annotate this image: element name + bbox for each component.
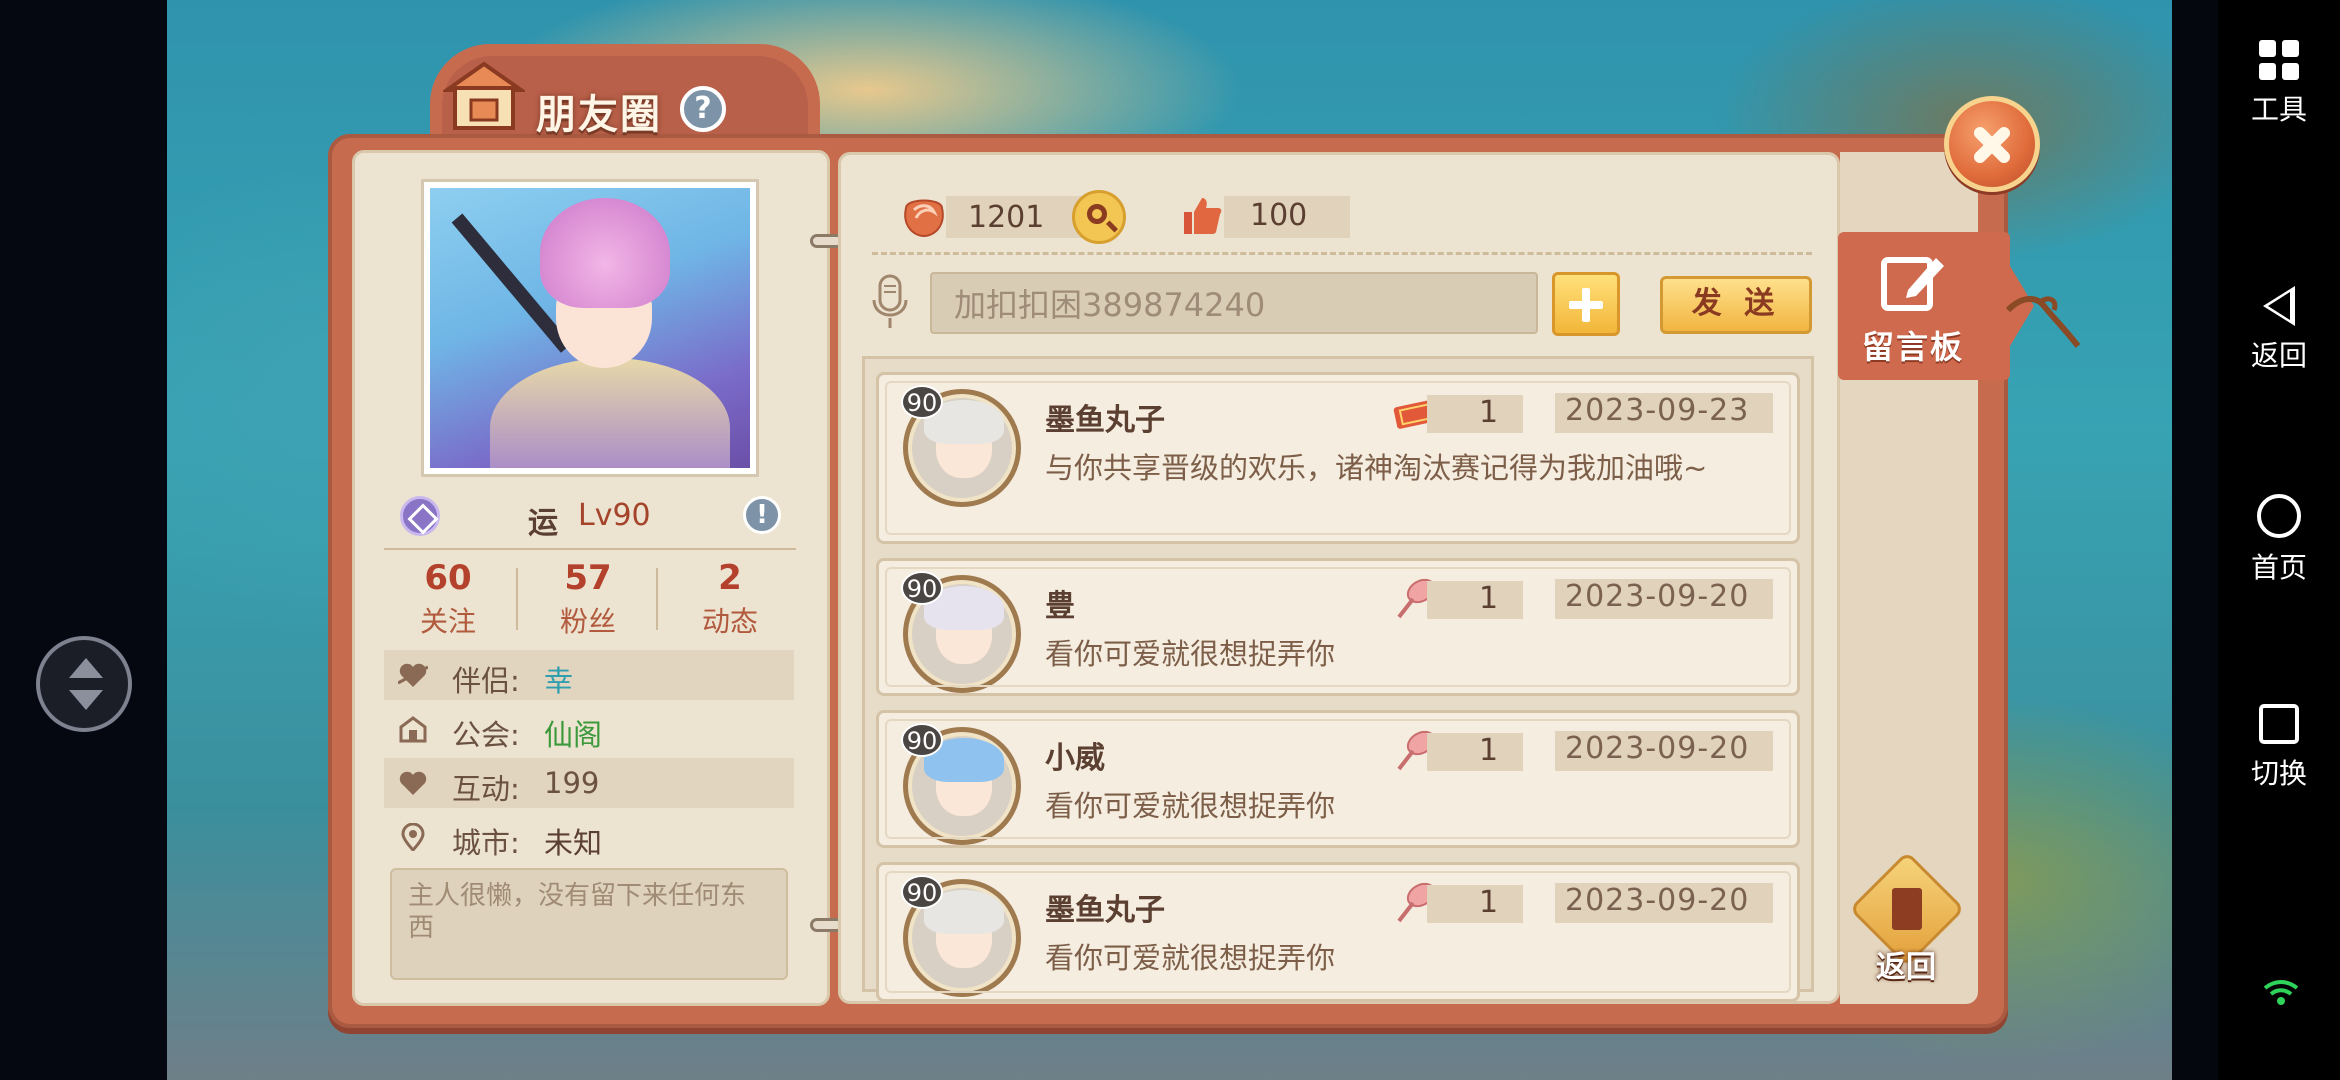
stat-followers[interactable]: 57 粉丝 bbox=[518, 558, 658, 640]
nav-label: 首页 bbox=[2250, 551, 2307, 584]
microphone-icon[interactable] bbox=[870, 272, 910, 332]
info-key: 公会: bbox=[452, 718, 520, 752]
recents-square-icon bbox=[2259, 704, 2299, 744]
nav-home[interactable]: 首页 bbox=[2218, 494, 2340, 586]
guild-name[interactable]: 仙阁 bbox=[544, 712, 602, 754]
gift-count: 1 bbox=[1479, 733, 1499, 768]
stat-value: 57 bbox=[564, 558, 612, 598]
message-card[interactable]: 90 豊 看你可爱就很想捉弄你 1 2023-09-20 bbox=[876, 558, 1800, 696]
profile-portrait[interactable] bbox=[424, 182, 756, 474]
nav-tools[interactable]: 工具 bbox=[2218, 40, 2340, 128]
gift-count-box bbox=[1427, 885, 1523, 923]
wifi-icon bbox=[2263, 980, 2299, 1005]
stat-value: 60 bbox=[424, 558, 472, 598]
close-button[interactable] bbox=[1944, 96, 2040, 192]
add-emoji-button[interactable] bbox=[1552, 272, 1620, 336]
player-name: 运 bbox=[528, 506, 558, 541]
stat-following[interactable]: 60 关注 bbox=[378, 558, 518, 640]
interaction-value: 199 bbox=[544, 766, 600, 800]
help-icon[interactable]: ? bbox=[680, 86, 726, 132]
up-arrow-icon bbox=[69, 658, 103, 678]
nav-label: 切换 bbox=[2250, 757, 2307, 790]
gift-count-box bbox=[1427, 581, 1523, 619]
dashed-divider bbox=[872, 252, 1812, 255]
message-card[interactable]: 90 墨鱼丸子 与你共享晋级的欢乐，诸神淘汰赛记得为我加油哦~ 1 2023-0… bbox=[876, 372, 1800, 544]
partner-name[interactable]: 幸 bbox=[544, 658, 573, 700]
message-date: 2023-09-23 bbox=[1565, 393, 1750, 428]
message-card[interactable]: 90 墨鱼丸子 看你可爱就很想捉弄你 1 2023-09-20 bbox=[876, 862, 1800, 1002]
bookmark-tassel-icon bbox=[2005, 296, 2081, 348]
signature-box[interactable]: 主人很懒，没有留下来任何东西 bbox=[390, 868, 788, 980]
back-label: 返回 bbox=[1876, 950, 1936, 985]
thumbs-up-icon bbox=[1184, 198, 1222, 234]
info-row-partner: 伴侣: 幸 bbox=[384, 650, 794, 700]
sender-name[interactable]: 墨鱼丸子 bbox=[1045, 885, 1165, 929]
level-badge: 90 bbox=[901, 571, 943, 605]
floating-assistive-button[interactable] bbox=[36, 636, 132, 732]
grid-icon bbox=[2259, 40, 2299, 80]
down-arrow-icon bbox=[69, 690, 103, 710]
message-input[interactable] bbox=[930, 272, 1538, 334]
nav-label: 返回 bbox=[2250, 339, 2307, 372]
class-emblem-icon bbox=[400, 496, 440, 536]
heart-icon bbox=[399, 771, 427, 795]
stat-label: 关注 bbox=[419, 605, 476, 638]
info-row-city: 城市: 未知 bbox=[384, 812, 794, 862]
home-circle-icon bbox=[2257, 494, 2301, 538]
stat-label: 动态 bbox=[701, 605, 758, 638]
level-badge: 90 bbox=[901, 385, 943, 419]
player-level: Lv90 bbox=[578, 498, 651, 533]
level-badge: 90 bbox=[901, 875, 943, 909]
report-icon[interactable]: ! bbox=[743, 496, 781, 534]
search-button[interactable] bbox=[1072, 190, 1126, 244]
guild-icon bbox=[399, 716, 427, 743]
rose-icon bbox=[904, 199, 944, 238]
info-row-guild: 公会: 仙阁 bbox=[384, 704, 794, 754]
nav-label: 工具 bbox=[2250, 93, 2307, 126]
info-key: 伴侣: bbox=[452, 664, 520, 698]
city-value: 未知 bbox=[544, 826, 603, 860]
send-button[interactable]: 发 送 bbox=[1660, 276, 1812, 334]
search-icon bbox=[1087, 204, 1107, 224]
message-date: 2023-09-20 bbox=[1565, 883, 1750, 918]
message-card[interactable]: 90 小威 看你可爱就很想捉弄你 1 2023-09-20 bbox=[876, 710, 1800, 848]
rose-count: 1201 bbox=[968, 200, 1045, 235]
message-text: 与你共享晋级的欢乐，诸神淘汰赛记得为我加油哦~ bbox=[1045, 451, 1708, 485]
gift-count: 1 bbox=[1479, 581, 1499, 616]
info-key: 互动: bbox=[452, 772, 520, 806]
message-date: 2023-09-20 bbox=[1565, 579, 1750, 614]
stat-separator bbox=[656, 568, 658, 630]
gift-count: 1 bbox=[1479, 395, 1499, 430]
nav-back[interactable]: 返回 bbox=[2218, 286, 2340, 374]
back-button[interactable]: 返回 bbox=[1849, 851, 1968, 985]
info-key: 城市: bbox=[452, 826, 520, 860]
gift-count-box bbox=[1427, 733, 1523, 771]
location-pin-icon bbox=[401, 823, 425, 851]
info-row-interaction: 互动: 199 bbox=[384, 758, 794, 808]
sender-name[interactable]: 墨鱼丸子 bbox=[1045, 395, 1165, 439]
heart-arrow-icon bbox=[398, 663, 428, 687]
message-text: 看你可爱就很想捉弄你 bbox=[1045, 637, 1336, 671]
message-text: 看你可爱就很想捉弄你 bbox=[1045, 941, 1336, 975]
edit-note-icon bbox=[1881, 257, 1944, 311]
divider bbox=[384, 548, 796, 550]
nav-switch[interactable]: 切换 bbox=[2218, 704, 2340, 792]
sender-name[interactable]: 小威 bbox=[1045, 733, 1105, 777]
message-date: 2023-09-20 bbox=[1565, 731, 1750, 766]
level-badge: 90 bbox=[901, 723, 943, 757]
back-triangle-icon bbox=[2263, 286, 2295, 326]
sender-name[interactable]: 豊 bbox=[1045, 581, 1075, 625]
gift-count-box bbox=[1427, 395, 1523, 433]
screen: 朋友圈 ? 运 Lv90 ! 60 关注 57 粉丝 2 动态 伴侣: 幸 公会… bbox=[0, 0, 2340, 1080]
stat-value: 2 bbox=[718, 558, 742, 598]
like-count: 100 bbox=[1250, 198, 1308, 233]
message-text: 看你可爱就很想捉弄你 bbox=[1045, 789, 1336, 823]
page-title: 朋友圈 bbox=[536, 92, 662, 138]
stat-posts[interactable]: 2 动态 bbox=[660, 558, 800, 640]
house-icon bbox=[443, 61, 525, 130]
message-board-label: 留言板 bbox=[1862, 328, 1965, 366]
stat-label: 粉丝 bbox=[559, 605, 616, 638]
gift-count: 1 bbox=[1479, 885, 1499, 920]
left-system-strip bbox=[0, 0, 167, 1080]
